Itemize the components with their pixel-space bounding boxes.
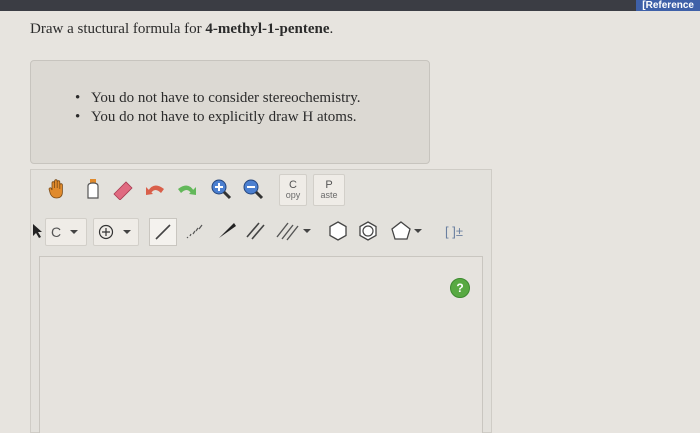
- double-bond-icon: [246, 222, 265, 240]
- eraser-tool[interactable]: [111, 176, 135, 202]
- element-selector[interactable]: C: [45, 218, 87, 246]
- structure-editor: C opy P aste C []± ?: [30, 169, 492, 433]
- bracket-tool[interactable]: [ ]±: [437, 218, 471, 244]
- hint-item: You do not have to explicitly draw H ato…: [75, 108, 361, 127]
- bracket-label: [ ]±: [445, 223, 463, 239]
- zoom-in-button[interactable]: [209, 176, 233, 202]
- double-bond-tool[interactable]: [243, 218, 269, 244]
- wedge-bond-tool[interactable]: [215, 218, 239, 244]
- pentagon-icon: [391, 221, 411, 240]
- triple-bond-icon: [276, 222, 299, 241]
- question-suffix: .: [329, 21, 334, 37]
- hash-bond-tool[interactable]: [183, 218, 207, 244]
- question-text: Draw a stuctural formula for 4-methyl-1-…: [30, 21, 333, 38]
- reference-link[interactable]: [Reference: [636, 0, 700, 11]
- hexagon-icon: [329, 221, 347, 241]
- copy-button[interactable]: C opy: [279, 174, 307, 206]
- paste-label-bottom: aste: [320, 190, 338, 200]
- charge-tool[interactable]: [93, 218, 139, 246]
- hints-panel: You do not have to consider stereochemis…: [30, 60, 430, 164]
- toolbar-row-1: C opy P aste: [31, 174, 491, 206]
- arrow-cursor-icon: [33, 224, 42, 238]
- zoom-in-icon: [211, 179, 232, 200]
- redo-icon: [178, 185, 196, 195]
- element-label: C: [50, 224, 62, 240]
- hand-icon: [48, 179, 63, 199]
- paste-button[interactable]: P aste: [313, 174, 345, 206]
- hand-tool[interactable]: [45, 176, 69, 202]
- paste-label-top: P: [325, 179, 333, 191]
- bottle-icon: [87, 179, 99, 199]
- triple-bond-tool[interactable]: [273, 218, 315, 244]
- single-bond-tool[interactable]: [149, 218, 177, 246]
- top-bar: [0, 0, 700, 11]
- charge-plus-icon: [98, 224, 114, 240]
- benzene-icon: [359, 221, 377, 241]
- help-icon[interactable]: ?: [450, 278, 470, 298]
- chevron-down-icon: [303, 229, 311, 233]
- redo-button[interactable]: [173, 176, 199, 202]
- copy-label-top: C: [289, 179, 297, 191]
- hint-list: You do not have to consider stereochemis…: [75, 89, 361, 127]
- hint-item: You do not have to consider stereochemis…: [75, 89, 361, 108]
- chevron-down-icon: [70, 230, 79, 234]
- stereo-hash-bond-icon: [186, 224, 203, 239]
- question-prefix: Draw a stuctural formula for: [30, 21, 206, 37]
- chevron-down-icon: [123, 230, 131, 234]
- fill-tool[interactable]: [83, 176, 103, 202]
- single-bond-icon: [155, 224, 171, 240]
- eraser-icon: [113, 181, 133, 200]
- cyclopentane-tool[interactable]: [385, 218, 429, 244]
- zoom-out-button[interactable]: [241, 176, 265, 202]
- benzene-tool[interactable]: [355, 218, 381, 244]
- compound-name: 4-methyl-1-pentene: [205, 21, 330, 37]
- select-tool[interactable]: [31, 218, 45, 244]
- cyclohexane-tool[interactable]: [325, 218, 351, 244]
- zoom-out-icon: [243, 179, 264, 200]
- stereo-wedge-bond-icon: [219, 223, 236, 238]
- chevron-down-icon: [414, 229, 422, 233]
- drawing-canvas[interactable]: [39, 256, 483, 433]
- toolbar-row-2: C []±: [31, 218, 491, 248]
- undo-icon: [146, 185, 164, 195]
- copy-label-bottom: opy: [285, 190, 301, 200]
- undo-button[interactable]: [143, 176, 169, 202]
